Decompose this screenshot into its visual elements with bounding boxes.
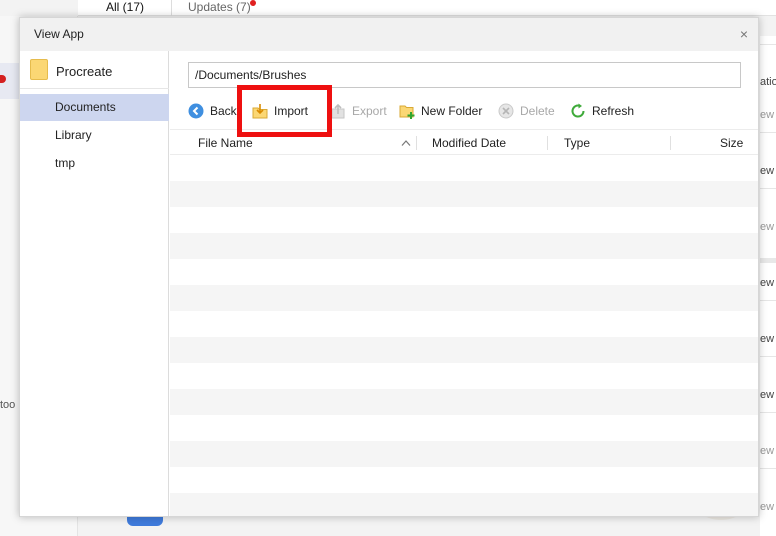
background-sidebar-text: too (0, 399, 16, 411)
export-button[interactable]: Export (330, 100, 387, 122)
background-list-edge: atio ew ew ew ew ew ew ew ew (760, 36, 776, 536)
folder-sidebar: Procreate Documents Library tmp (20, 51, 169, 516)
divider (760, 132, 776, 133)
new-folder-icon (399, 105, 415, 119)
folder-icon (30, 59, 48, 80)
view-app-dialog: View App × Procreate Documents Library t… (19, 17, 759, 517)
divider (760, 300, 776, 301)
dialog-title-bar: View App × (20, 18, 758, 51)
empty-row (170, 233, 758, 259)
empty-row (170, 389, 758, 415)
empty-row (170, 311, 758, 337)
empty-row (170, 155, 758, 181)
divider (760, 356, 776, 357)
sidebar-item-library[interactable]: Library (20, 122, 169, 149)
column-separator (547, 136, 548, 150)
tab-divider (171, 0, 172, 16)
export-icon (331, 103, 345, 119)
column-separator (670, 136, 671, 150)
notification-dot (249, 0, 256, 6)
sidebar-item-tmp[interactable]: tmp (20, 150, 169, 177)
background-row-text: atio (760, 76, 776, 88)
background-row-text: ew (760, 221, 775, 233)
divider (760, 412, 776, 413)
empty-row (170, 259, 758, 285)
refresh-label: Refresh (592, 104, 635, 118)
new-folder-label: New Folder (421, 104, 483, 118)
divider (760, 258, 776, 263)
empty-row (170, 337, 758, 363)
empty-row (170, 493, 758, 516)
sidebar-item-documents[interactable]: Documents (20, 94, 169, 121)
refresh-icon (571, 103, 585, 118)
column-size[interactable]: Size (720, 130, 743, 156)
app-header: Procreate (20, 51, 169, 89)
sort-up-icon (401, 140, 411, 146)
tab-updates-label: Updates (7) (188, 0, 251, 14)
divider (760, 468, 776, 469)
back-button[interactable]: Back (188, 100, 237, 122)
column-separator (416, 136, 417, 150)
back-label: Back (210, 104, 237, 118)
new-folder-button[interactable]: New Folder (399, 100, 485, 122)
delete-icon (498, 103, 514, 119)
empty-row (170, 441, 758, 467)
divider (760, 44, 776, 45)
empty-row (170, 467, 758, 493)
divider (760, 188, 776, 189)
delete-label: Delete (520, 104, 555, 118)
empty-row (170, 181, 758, 207)
background-row-text: ew (760, 501, 775, 513)
empty-row (170, 363, 758, 389)
import-highlight-box (237, 85, 332, 137)
empty-row (170, 415, 758, 441)
back-icon (188, 103, 204, 119)
column-modified-date[interactable]: Modified Date (432, 130, 506, 156)
tab-updates[interactable]: Updates (7) (188, 0, 256, 14)
export-label: Export (352, 104, 387, 118)
file-list[interactable] (170, 155, 758, 516)
tab-all[interactable]: All (17) (106, 0, 144, 14)
dialog-title: View App (34, 27, 84, 41)
empty-row (170, 207, 758, 233)
refresh-button[interactable]: Refresh (570, 100, 634, 122)
close-icon[interactable]: × (740, 26, 748, 42)
empty-row (170, 285, 758, 311)
column-type[interactable]: Type (564, 130, 590, 156)
delete-button[interactable]: Delete (498, 100, 556, 122)
background-tab-bar: All (17) Updates (7) (78, 0, 776, 16)
app-name: Procreate (56, 64, 113, 79)
